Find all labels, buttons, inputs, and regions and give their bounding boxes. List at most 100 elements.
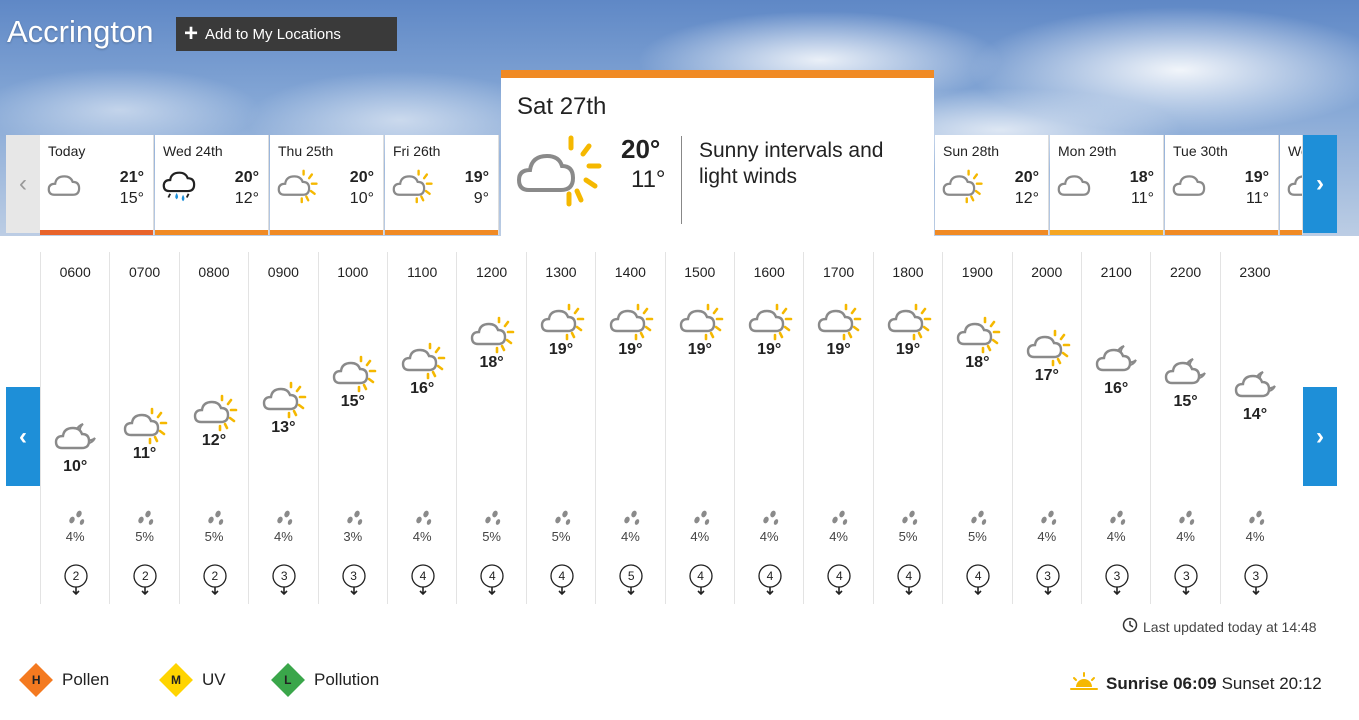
day-tab[interactable]: Fri 26th 19° 9° xyxy=(385,135,499,235)
hour-temperature: 10° xyxy=(63,458,88,475)
hour-wind-speed: 3 xyxy=(1044,569,1051,583)
sunny-intervals-icon xyxy=(192,394,238,437)
sunrise-icon xyxy=(1070,672,1098,695)
day-tab[interactable]: Tue 30th 19° 11° xyxy=(1165,135,1279,235)
day-tab-low: 11° xyxy=(1130,190,1154,207)
hourly-column[interactable]: 1500 19° 4% 4 xyxy=(664,252,734,604)
day-tab-temperature-bar xyxy=(1280,230,1302,235)
hourly-column[interactable]: 2300 14° 4% 3 xyxy=(1219,252,1289,604)
hour-wind-speed: 4 xyxy=(766,569,774,583)
day-tab[interactable]: Wed 24th 20° 12° xyxy=(155,135,269,235)
hourly-next-button[interactable]: › xyxy=(1303,387,1337,486)
night-cloud-icon xyxy=(1163,355,1209,398)
hour-rain-chance: 4% xyxy=(759,529,779,544)
day-tab-label: Wed 24th xyxy=(163,143,223,159)
pollen-indicator[interactable]: H Pollen xyxy=(19,663,110,697)
pollen-label: Pollen xyxy=(62,670,110,689)
hourly-column[interactable]: 1000 15° 3% 3 xyxy=(317,252,387,604)
sunny-intervals-icon xyxy=(747,303,793,346)
hourly-column[interactable]: 1800 19° 5% 4 xyxy=(872,252,942,604)
divider xyxy=(681,136,682,224)
cloud-icon xyxy=(1171,169,1213,209)
hourly-column[interactable]: 0900 13° 4% 3 xyxy=(248,252,317,604)
sunny-intervals-icon xyxy=(331,355,377,398)
hour-time: 2200 xyxy=(1170,264,1202,280)
hour-rain-chance: 4% xyxy=(829,529,848,544)
hour-time: 0600 xyxy=(59,264,91,280)
hour-rain-chance: 5% xyxy=(135,529,154,544)
day-tab-low: 12° xyxy=(1014,190,1039,207)
hour-time: 1500 xyxy=(684,264,716,280)
pollution-label: Pollution xyxy=(314,670,380,689)
rain-drops-icon xyxy=(553,508,573,531)
hour-wind-speed: 3 xyxy=(1183,569,1190,583)
hour-temperature: 18° xyxy=(965,354,990,371)
day-tab[interactable]: We xyxy=(1280,135,1303,235)
hour-wind-speed: 5 xyxy=(627,569,635,583)
hour-time: 1800 xyxy=(892,264,924,280)
hourly-column[interactable]: 1700 19° 4% 4 xyxy=(803,252,872,604)
rain-drops-icon xyxy=(414,508,434,531)
day-tab-label: Sun 28th xyxy=(943,143,1000,159)
hour-temperature: 19° xyxy=(618,341,643,358)
selected-day-panel[interactable]: Sat 27th 20° 11° Sunny intervals and lig… xyxy=(501,70,934,237)
pollution-indicator[interactable]: L Pollution xyxy=(271,663,380,697)
hourly-column[interactable]: 1600 19° 4% 4 xyxy=(734,252,803,604)
selected-day-label: Sat 27th xyxy=(517,93,607,120)
hourly-prev-button[interactable]: ‹ xyxy=(6,387,40,486)
day-tab[interactable]: Today 21° 15° xyxy=(40,135,154,235)
rain-drops-icon xyxy=(275,508,295,531)
hourly-column[interactable]: 2100 16° 4% 3 xyxy=(1081,252,1150,604)
day-next-button[interactable]: › xyxy=(1303,135,1337,233)
uv-indicator[interactable]: M UV xyxy=(159,663,226,697)
hourly-column[interactable]: 2000 17° 4% 3 xyxy=(1011,252,1081,604)
hourly-column[interactable]: 2200 15° 4% 3 xyxy=(1150,252,1219,604)
hour-wind-speed: 3 xyxy=(280,569,288,583)
hour-rain-chance: 5% xyxy=(551,529,571,544)
sun-times: Sunrise 06:09 Sunset 20:12 xyxy=(1070,672,1322,695)
sunny-intervals-icon xyxy=(261,381,307,424)
hour-rain-chance: 5% xyxy=(898,529,918,544)
rain-drops-icon xyxy=(1177,508,1197,531)
day-tab-low: 11° xyxy=(1245,190,1269,207)
day-tab-high: 18° xyxy=(1129,169,1154,186)
hourly-column[interactable]: 1200 18° 5% 4 xyxy=(456,252,525,604)
hour-rain-chance: 4% xyxy=(1176,529,1195,544)
hour-time: 1400 xyxy=(614,264,646,280)
hourly-column[interactable]: 0800 12° 5% 2 xyxy=(178,252,248,604)
add-to-my-locations-button[interactable]: + Add to My Locations xyxy=(176,17,397,51)
hour-temperature: 15° xyxy=(340,393,365,410)
rain-drops-icon xyxy=(136,508,156,531)
day-tab-temperature-bar xyxy=(270,230,383,235)
day-prev-button[interactable]: ‹ xyxy=(6,135,40,233)
hourly-column[interactable]: 0700 11° 5% 2 xyxy=(109,252,178,604)
hour-wind-speed: 4 xyxy=(697,569,704,583)
day-tab[interactable]: Mon 29th 18° 11° xyxy=(1050,135,1164,235)
hourly-column[interactable]: 1300 19° 5% 4 xyxy=(525,252,595,604)
hour-time: 2300 xyxy=(1239,264,1271,280)
day-tab[interactable]: Thu 25th 20° 10° xyxy=(270,135,384,235)
selected-day-low: 11° xyxy=(631,166,666,193)
day-tab[interactable]: Sun 28th 20° 12° xyxy=(935,135,1049,235)
rain-drops-icon xyxy=(1108,508,1128,531)
sunny-intervals-icon xyxy=(816,303,862,346)
day-tab-temperature-bar xyxy=(1050,230,1163,235)
pollen-level-badge: H xyxy=(19,663,53,697)
hour-time: 1300 xyxy=(545,264,577,280)
rain-cloud-icon xyxy=(161,169,203,209)
sunny-intervals-icon xyxy=(955,316,1001,359)
sunny-intervals-icon xyxy=(886,303,932,346)
hour-rain-chance: 4% xyxy=(1037,529,1057,544)
hour-wind-speed: 3 xyxy=(350,569,357,583)
last-updated: Last updated today at 14:48 xyxy=(1122,617,1317,636)
cloud-icon xyxy=(46,169,88,209)
hourly-column[interactable]: 1900 18° 5% 4 xyxy=(942,252,1011,604)
hour-time: 1000 xyxy=(337,264,369,280)
hour-wind-speed: 3 xyxy=(1113,569,1121,583)
hour-time: 1900 xyxy=(961,264,993,280)
hourly-column[interactable]: 1100 16° 4% 4 xyxy=(387,252,456,604)
hourly-column[interactable]: 0600 10° 4% 2 xyxy=(40,252,109,604)
hour-rain-chance: 5% xyxy=(482,529,501,544)
hourly-column[interactable]: 1400 19° 4% 5 xyxy=(595,252,664,604)
sunrise-time: Sunrise 06:09 xyxy=(1106,673,1217,693)
